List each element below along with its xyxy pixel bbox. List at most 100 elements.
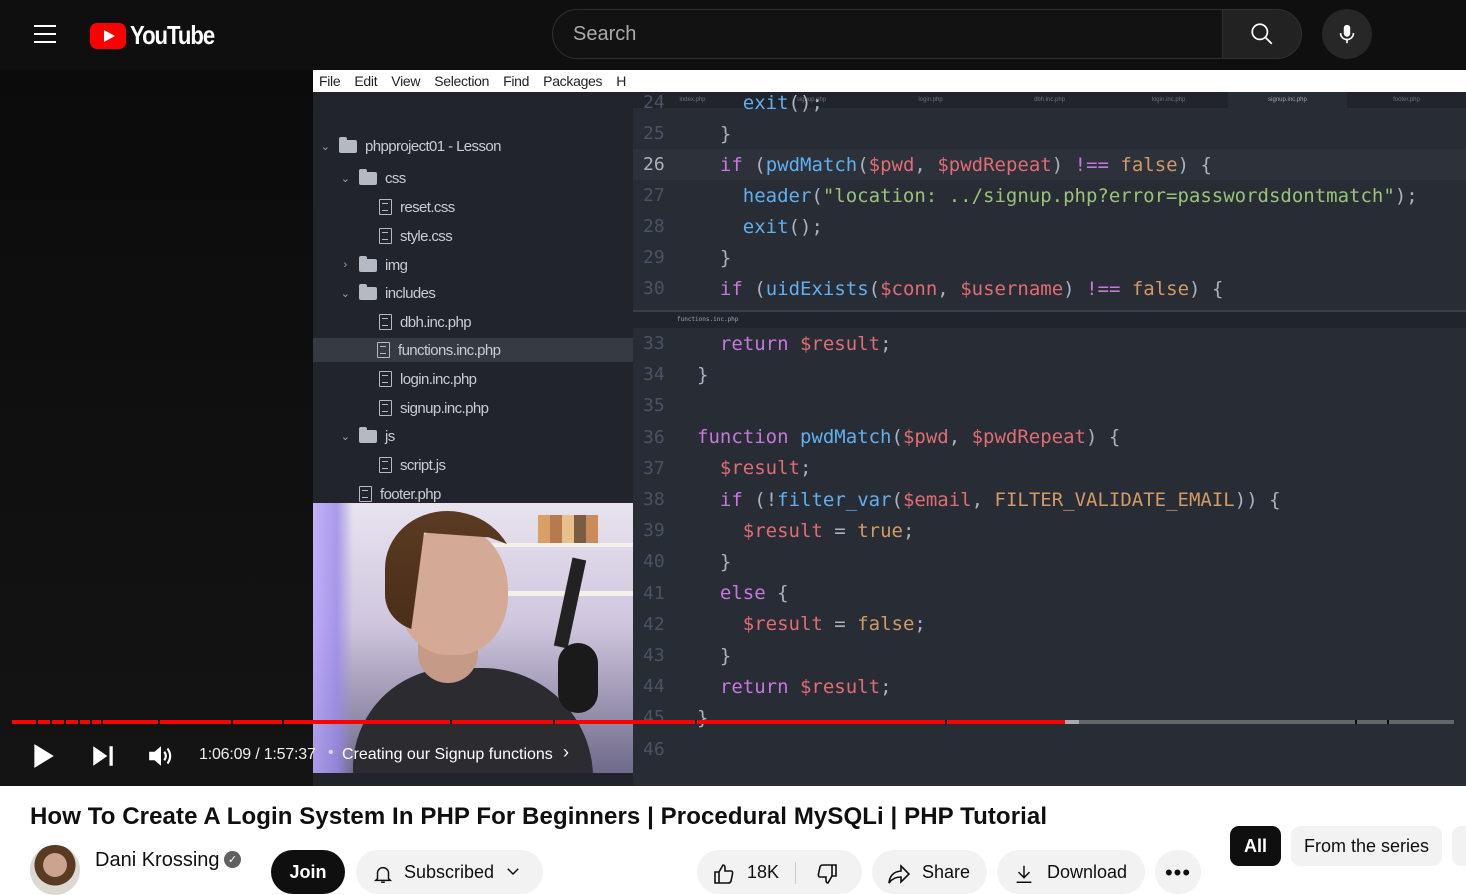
- tree-label: reset.css: [400, 198, 455, 216]
- masthead: YouTube Search: [0, 0, 1466, 70]
- split-pane-tab: functions.inc.php: [633, 310, 1466, 328]
- youtube-play-icon: [90, 22, 126, 49]
- webcam-mic-arm: [553, 557, 587, 649]
- code-line: 35: [633, 390, 1466, 421]
- chapter-marker: [78, 720, 80, 724]
- chapter-marker: [450, 720, 452, 724]
- code-line: 33 return $result;: [633, 328, 1466, 359]
- chapter-marker: [90, 720, 92, 724]
- chevron-down-icon: ⌄: [320, 140, 330, 153]
- folder-icon: [359, 168, 377, 185]
- chapter-marker: [695, 720, 697, 724]
- file-icon: [379, 228, 392, 244]
- line-number: 35: [643, 395, 665, 417]
- chapter-separator: •: [328, 744, 334, 761]
- chapter-marker: [945, 720, 947, 724]
- line-number: 25: [643, 123, 665, 144]
- line-number: 42: [643, 613, 665, 635]
- player-letterbox: [0, 70, 313, 786]
- tree-label: includes: [385, 284, 436, 302]
- tree-folder: › img: [339, 253, 408, 277]
- like-dislike-group: 18K: [697, 850, 862, 894]
- code-text: return $result;: [719, 675, 892, 698]
- line-number: 37: [643, 457, 665, 479]
- line-number: 43: [643, 645, 665, 666]
- next-button[interactable]: [90, 740, 116, 772]
- chapter-marker: [1387, 720, 1389, 724]
- chapter-marker: [64, 720, 66, 724]
- like-icon[interactable]: [711, 862, 737, 886]
- line-number: 45: [643, 707, 665, 729]
- next-icon: [93, 746, 113, 766]
- code-line: 40 }: [633, 546, 1466, 577]
- code-text: if (uidExists($conn, $username) !== fals…: [719, 277, 1224, 300]
- chapter-title[interactable]: Creating our Signup functions: [342, 746, 553, 764]
- code-text: if (pwdMatch($pwd, $pwdRepeat) !== false…: [719, 153, 1212, 176]
- code-text: exit();: [742, 215, 823, 238]
- chapter-marker: [282, 720, 284, 724]
- code-text: function pwdMatch($pwd, $pwdRepeat) {: [697, 426, 1121, 449]
- chevron-down-icon: ⌄: [340, 172, 350, 185]
- mute-button[interactable]: [147, 740, 175, 772]
- line-number: 33: [643, 333, 665, 354]
- play-button[interactable]: [30, 740, 56, 772]
- tree-file-selected: functions.inc.php: [313, 338, 633, 362]
- tree-file: reset.css: [379, 195, 455, 219]
- subscribed-button[interactable]: Subscribed: [356, 850, 543, 894]
- tree-folder: ⌄ css: [339, 166, 406, 190]
- search-placeholder: Search: [573, 22, 637, 45]
- join-button[interactable]: Join: [271, 850, 345, 894]
- tree-file: login.inc.php: [379, 367, 477, 391]
- dislike-icon[interactable]: [814, 862, 840, 886]
- code-line: 41 else {: [633, 578, 1466, 609]
- code-line: 29 }: [633, 242, 1466, 273]
- progress-bar[interactable]: [12, 720, 1454, 724]
- line-number: 24: [643, 92, 665, 113]
- chapter-marker: [1355, 720, 1357, 724]
- code-area: 24 exit(); 25 } 26 if (pwdMatch($pwd, $pwd…: [633, 92, 1466, 786]
- tree-label: functions.inc.php: [398, 341, 501, 359]
- code-line: 42 $result = false;: [633, 609, 1466, 640]
- folder-icon: [359, 426, 377, 443]
- file-icon: [379, 457, 392, 473]
- avatar[interactable]: [30, 845, 80, 895]
- chevron-right-icon: ›: [343, 259, 347, 271]
- line-number: 26: [643, 154, 665, 175]
- search-input[interactable]: Search: [552, 9, 1223, 59]
- line-number: 28: [643, 216, 665, 237]
- tree-label: js: [385, 427, 395, 445]
- line-number: 30: [643, 278, 665, 299]
- tree-label: footer.php: [380, 485, 441, 503]
- video-player[interactable]: File Edit View Selection Find Packages H…: [0, 70, 1466, 786]
- download-button[interactable]: Download: [997, 850, 1145, 894]
- code-text: else {: [719, 582, 789, 605]
- tree-file: dbh.inc.php: [379, 310, 472, 334]
- menu-icon[interactable]: [22, 14, 68, 54]
- menu-packages: Packages: [543, 73, 603, 89]
- webcam-overlay: [313, 503, 633, 773]
- chapter-marker: [231, 720, 233, 724]
- search-button[interactable]: [1222, 9, 1302, 59]
- verified-icon: ✓: [224, 851, 241, 868]
- chip-all[interactable]: All: [1230, 826, 1281, 866]
- voice-search-button[interactable]: [1322, 9, 1372, 59]
- mic-icon: [1339, 24, 1355, 44]
- folder-icon: [359, 283, 377, 300]
- share-button[interactable]: Share: [872, 850, 987, 894]
- channel-name[interactable]: Dani Krossing: [95, 849, 220, 872]
- like-divider: [795, 862, 797, 884]
- code-line: 25 }: [633, 118, 1466, 149]
- chip-from-series[interactable]: From the series: [1291, 826, 1442, 866]
- code-text: return $result;: [719, 332, 892, 355]
- code-text: $result;: [719, 457, 812, 480]
- more-actions-button[interactable]: •••: [1155, 850, 1201, 894]
- chevron-right-icon[interactable]: ›: [563, 742, 569, 763]
- line-number: 40: [643, 551, 665, 573]
- menu-find: Find: [503, 73, 530, 89]
- code-text: exit();: [742, 91, 823, 114]
- chip-next[interactable]: [1452, 826, 1466, 866]
- download-icon: [1016, 865, 1032, 883]
- youtube-logo[interactable]: YouTube: [90, 20, 229, 51]
- file-icon: [379, 199, 392, 215]
- menu-selection: Selection: [434, 73, 490, 89]
